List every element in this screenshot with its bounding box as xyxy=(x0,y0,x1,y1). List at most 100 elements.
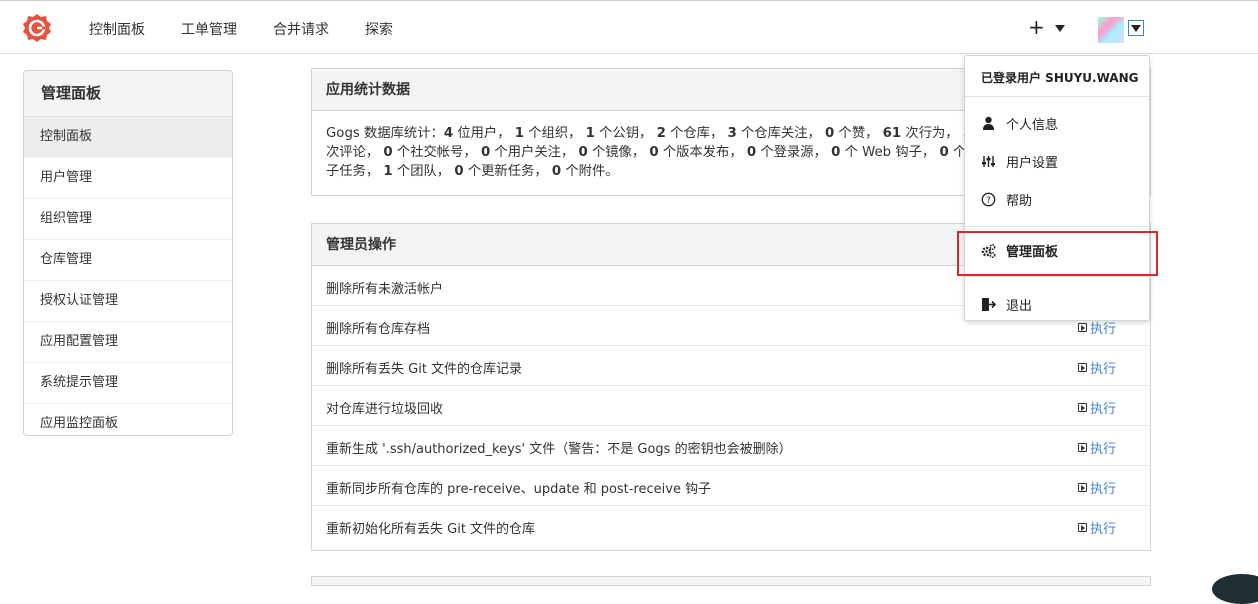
play-icon xyxy=(1078,483,1087,492)
nav-explore[interactable]: 探索 xyxy=(365,19,393,39)
execute-button[interactable]: 执行 xyxy=(1078,358,1116,377)
operation-label: 删除所有丢失 Git 文件的仓库记录 xyxy=(326,362,523,377)
execute-button[interactable]: 执行 xyxy=(1078,518,1116,537)
logout-icon xyxy=(982,298,996,311)
stat-text: 个附件。 xyxy=(561,164,619,179)
stat-text: 个仓库关注， xyxy=(736,126,826,141)
operation-label: 重新生成 '.ssh/authorized_keys' 文件（警告：不是 Gog… xyxy=(326,442,792,457)
menu-item-label: 退出 xyxy=(1006,299,1033,314)
sidebar-item-monitor[interactable]: 应用监控面板 xyxy=(24,404,232,435)
nav-pull-requests[interactable]: 合并请求 xyxy=(273,19,329,39)
divider xyxy=(965,96,1149,97)
stat-text: 个登录源， xyxy=(756,145,832,160)
operation-row: 删除所有丢失 Git 文件的仓库记录 执行 xyxy=(312,346,1150,386)
stat-text: 个组织， xyxy=(524,126,586,141)
operation-label: 删除所有仓库存档 xyxy=(326,322,431,337)
user-menu-toggle[interactable] xyxy=(1128,20,1144,36)
stat-value: 3 xyxy=(727,126,737,141)
signed-in-as: 已登录用户 SHUYU.WANG xyxy=(981,71,1139,85)
stat-value: 0 xyxy=(480,145,491,160)
sidebar-item-notices[interactable]: 系统提示管理 xyxy=(24,363,232,404)
next-panel-header xyxy=(311,576,1151,586)
stat-value: 0 xyxy=(578,145,588,160)
avatar[interactable] xyxy=(1098,17,1124,43)
operation-label: 对仓库进行垃圾回收 xyxy=(326,402,444,417)
stat-value: 0 xyxy=(551,164,562,179)
help-icon: ? xyxy=(981,192,996,207)
operation-row: 重新同步所有仓库的 pre-receive、update 和 post-rece… xyxy=(312,466,1150,506)
menu-item-settings[interactable]: 用户设置 xyxy=(981,152,1058,171)
menu-item-profile[interactable]: 个人信息 xyxy=(981,114,1058,133)
menu-item-label: 个人信息 xyxy=(1006,118,1059,133)
highlight-annotation xyxy=(957,231,1158,276)
sidebar-item-auth-sources[interactable]: 授权认证管理 xyxy=(24,281,232,322)
menu-item-label: 帮助 xyxy=(1006,194,1033,209)
gogs-logo-icon[interactable] xyxy=(22,13,52,43)
corner-widget xyxy=(1212,574,1258,604)
play-icon xyxy=(1078,323,1087,332)
sidebar-item-dashboard[interactable]: 控制面板 xyxy=(24,117,232,158)
stat-text: 位用户， xyxy=(453,126,515,141)
stat-text: 个用户关注， xyxy=(490,145,579,160)
stat-value: 1 xyxy=(383,164,393,179)
sidebar-item-organizations[interactable]: 组织管理 xyxy=(24,199,232,240)
execute-label: 执行 xyxy=(1090,402,1117,417)
menu-item-label: 用户设置 xyxy=(1006,156,1059,171)
stats-prefix: Gogs 数据库统计： xyxy=(326,126,444,141)
stat-value: 4 xyxy=(443,126,454,141)
sidebar-item-config[interactable]: 应用配置管理 xyxy=(24,322,232,363)
stat-value: 0 xyxy=(831,145,841,160)
operation-row: 重新生成 '.ssh/authorized_keys' 文件（警告：不是 Gog… xyxy=(312,426,1150,466)
stat-text: 个赞， xyxy=(834,126,883,141)
nav-issues[interactable]: 工单管理 xyxy=(181,19,237,39)
user-dropdown-menu: 已登录用户 SHUYU.WANG 个人信息 用户设置 ? 帮助 管理面板 退出 xyxy=(964,55,1150,321)
stat-text: 个仓库， xyxy=(665,126,728,141)
execute-button[interactable]: 执行 xyxy=(1078,438,1116,457)
play-icon xyxy=(1078,403,1087,412)
play-icon xyxy=(1078,443,1087,452)
stat-value: 2 xyxy=(656,126,666,141)
execute-button[interactable]: 执行 xyxy=(1078,398,1116,417)
stat-text: 个更新任务， xyxy=(463,164,552,179)
admin-sidebar: 管理面板 控制面板 用户管理 组织管理 仓库管理 授权认证管理 应用配置管理 系… xyxy=(23,70,233,436)
execute-button[interactable]: 执行 xyxy=(1078,478,1116,497)
execute-label: 执行 xyxy=(1090,442,1117,457)
stat-text: 个公钥， xyxy=(594,126,657,141)
play-icon xyxy=(1078,363,1087,372)
stat-value: 0 xyxy=(825,126,835,141)
stat-value: 0 xyxy=(454,164,464,179)
stat-text: 次行为， xyxy=(901,126,963,141)
divider xyxy=(965,226,1149,227)
user-icon xyxy=(983,116,994,130)
nav-dashboard[interactable]: 控制面板 xyxy=(89,19,145,39)
stat-value: 0 xyxy=(383,145,393,160)
menu-item-help[interactable]: ? 帮助 xyxy=(981,190,1032,209)
stats-line-1-values: 4 位用户， 1 个组织， 1 个公钥， 2 个仓库， 3 个仓库关注， 0 个… xyxy=(444,126,972,141)
execute-label: 执行 xyxy=(1090,362,1117,377)
stat-text: 个 Web 钩子， xyxy=(840,145,940,160)
execute-label: 执行 xyxy=(1090,482,1117,497)
operation-label: 删除所有未激活帐户 xyxy=(326,282,444,297)
user-chevron-down-icon xyxy=(1131,25,1141,32)
create-new-button[interactable]: + xyxy=(1028,15,1045,39)
svg-text:?: ? xyxy=(986,196,991,206)
stat-value: 0 xyxy=(746,145,757,160)
stat-value: 61 xyxy=(882,126,902,141)
operation-label: 重新初始化所有丢失 Git 文件的仓库 xyxy=(326,522,536,537)
sidebar-header: 管理面板 xyxy=(24,71,232,117)
divider xyxy=(965,276,1149,277)
stat-text: 个团队， xyxy=(392,164,455,179)
stat-text: 个镜像， xyxy=(587,145,650,160)
sidebar-item-users[interactable]: 用户管理 xyxy=(24,158,232,199)
create-chevron-down-icon[interactable] xyxy=(1055,25,1065,32)
sidebar-item-repositories[interactable]: 仓库管理 xyxy=(24,240,232,281)
operation-row: 重新初始化所有丢失 Git 文件的仓库 执行 xyxy=(312,506,1150,546)
stat-value: 0 xyxy=(649,145,659,160)
play-icon xyxy=(1078,523,1087,532)
stat-value: 1 xyxy=(514,126,525,141)
stat-text: 个版本发布， xyxy=(658,145,747,160)
operation-label: 重新同步所有仓库的 pre-receive、update 和 post-rece… xyxy=(326,482,712,497)
stat-text: 子任务， xyxy=(326,164,384,179)
execute-label: 执行 xyxy=(1090,522,1117,537)
menu-item-logout[interactable]: 退出 xyxy=(981,295,1032,314)
